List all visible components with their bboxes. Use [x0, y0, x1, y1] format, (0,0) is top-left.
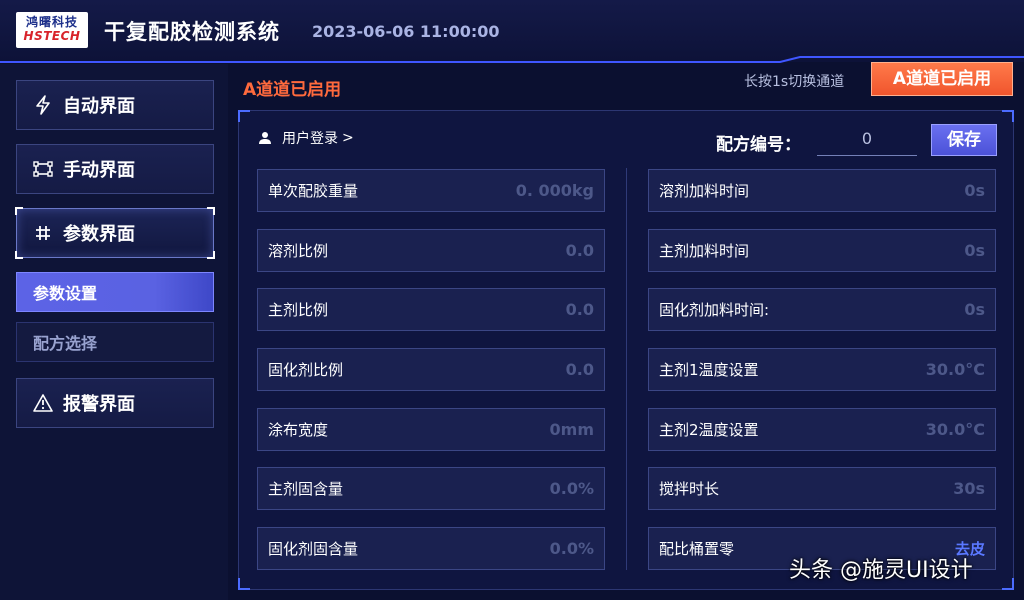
- field-value: 0.0: [565, 360, 594, 379]
- recipe-number-input[interactable]: 0: [817, 125, 917, 156]
- sub-nav-param-settings[interactable]: 参数设置: [16, 272, 214, 312]
- field-label: 固化剂比例: [268, 361, 344, 379]
- nav-alarm-button[interactable]: 报警界面: [16, 378, 214, 428]
- field-label: 搅拌时长: [659, 480, 720, 498]
- field-value: 30.0°C: [925, 420, 985, 439]
- hash-icon: [31, 221, 55, 245]
- field-label: 单次配胶重量: [268, 182, 359, 200]
- field-single-batch-weight[interactable]: 单次配胶重量 0. 000kg: [257, 169, 605, 212]
- field-value: 0.0: [565, 300, 594, 319]
- field-value: 0.0%: [549, 539, 594, 558]
- logo-cn-text: 鸿曙科技: [25, 15, 78, 29]
- active-corner-marker: [207, 251, 215, 259]
- sub-nav-recipe-select[interactable]: 配方选择: [16, 322, 214, 362]
- field-value: 0s: [964, 181, 985, 200]
- field-curing-agent-ratio[interactable]: 固化剂比例 0.0: [257, 348, 605, 391]
- field-label: 固化剂加料时间:: [659, 301, 770, 319]
- field-value: 0s: [964, 241, 985, 260]
- nav-manual-button[interactable]: 手动界面: [16, 144, 214, 194]
- panel-corner-marker: [1002, 578, 1014, 590]
- field-label: 主剂加料时间: [659, 242, 750, 260]
- user-icon: [258, 130, 274, 146]
- column-divider: [626, 168, 627, 570]
- field-value: 30s: [953, 479, 985, 498]
- field-curing-solid-content[interactable]: 固化剂固含量 0.0%: [257, 527, 605, 570]
- field-stir-duration[interactable]: 搅拌时长 30s: [648, 467, 996, 510]
- field-main2-temperature[interactable]: 主剂2温度设置 30.0°C: [648, 408, 996, 451]
- panel-corner-marker: [238, 110, 250, 122]
- save-button[interactable]: 保存: [931, 124, 997, 156]
- field-value: 0. 000kg: [515, 181, 594, 200]
- field-value: 30.0°C: [925, 360, 985, 379]
- field-label: 固化剂固含量: [268, 540, 359, 558]
- nav-params-label: 参数界面: [63, 224, 135, 245]
- field-solvent-feed-time[interactable]: 溶剂加料时间 0s: [648, 169, 996, 212]
- nav-auto-label: 自动界面: [63, 96, 135, 117]
- field-solvent-ratio[interactable]: 溶剂比例 0.0: [257, 229, 605, 272]
- company-logo: 鸿曙科技 HSTECH: [16, 12, 88, 48]
- chevron-right-icon: >: [342, 130, 354, 146]
- field-main-solid-content[interactable]: 主剂固含量 0.0%: [257, 467, 605, 510]
- watermark-text: 头条 @施灵UI设计: [789, 558, 973, 583]
- field-label: 主剂固含量: [268, 480, 344, 498]
- app-title: 干复配胶检测系统: [104, 20, 280, 44]
- frame-icon: [31, 157, 55, 181]
- field-value: 0.0: [565, 241, 594, 260]
- field-label: 主剂2温度设置: [659, 421, 759, 439]
- field-main-feed-time[interactable]: 主剂加料时间 0s: [648, 229, 996, 272]
- field-label: 主剂1温度设置: [659, 361, 759, 379]
- field-value: 0.0%: [549, 479, 594, 498]
- nav-params-button[interactable]: 参数界面: [15, 207, 215, 259]
- channel-status-text: A道道已启用: [243, 80, 342, 100]
- user-login-link[interactable]: 用户登录 >: [258, 128, 354, 148]
- recipe-number-label: 配方编号：: [716, 135, 801, 155]
- top-header: 鸿曙科技 HSTECH 干复配胶检测系统 2023-06-06 11:00:00: [0, 0, 1024, 62]
- active-corner-marker: [15, 251, 23, 259]
- field-coating-width[interactable]: 涂布宽度 0mm: [257, 408, 605, 451]
- panel-corner-marker: [238, 578, 250, 590]
- user-login-label: 用户登录: [282, 131, 338, 147]
- field-curing-feed-time[interactable]: 固化剂加料时间: 0s: [648, 288, 996, 331]
- field-label: 主剂比例: [268, 301, 329, 319]
- channel-toggle-button[interactable]: A道道已启用: [871, 62, 1013, 96]
- field-label: 溶剂加料时间: [659, 182, 750, 200]
- active-corner-marker: [15, 207, 23, 215]
- nav-auto-button[interactable]: 自动界面: [16, 80, 214, 130]
- warning-icon: [31, 391, 55, 415]
- field-main-agent-ratio[interactable]: 主剂比例 0.0: [257, 288, 605, 331]
- field-label: 涂布宽度: [268, 421, 329, 439]
- field-main1-temperature[interactable]: 主剂1温度设置 30.0°C: [648, 348, 996, 391]
- header-datetime: 2023-06-06 11:00:00: [312, 22, 500, 41]
- switch-channel-hint: 长按1s切换通道: [744, 74, 845, 90]
- active-corner-marker: [207, 207, 215, 215]
- field-value: 0s: [964, 300, 985, 319]
- nav-manual-label: 手动界面: [63, 160, 135, 181]
- field-label: 配比桶置零: [659, 540, 735, 558]
- nav-alarm-label: 报警界面: [63, 394, 135, 415]
- logo-en-text: HSTECH: [23, 29, 81, 43]
- field-value: 0mm: [549, 420, 594, 439]
- field-label: 溶剂比例: [268, 242, 329, 260]
- panel-corner-marker: [1002, 110, 1014, 122]
- lightning-icon: [31, 93, 55, 117]
